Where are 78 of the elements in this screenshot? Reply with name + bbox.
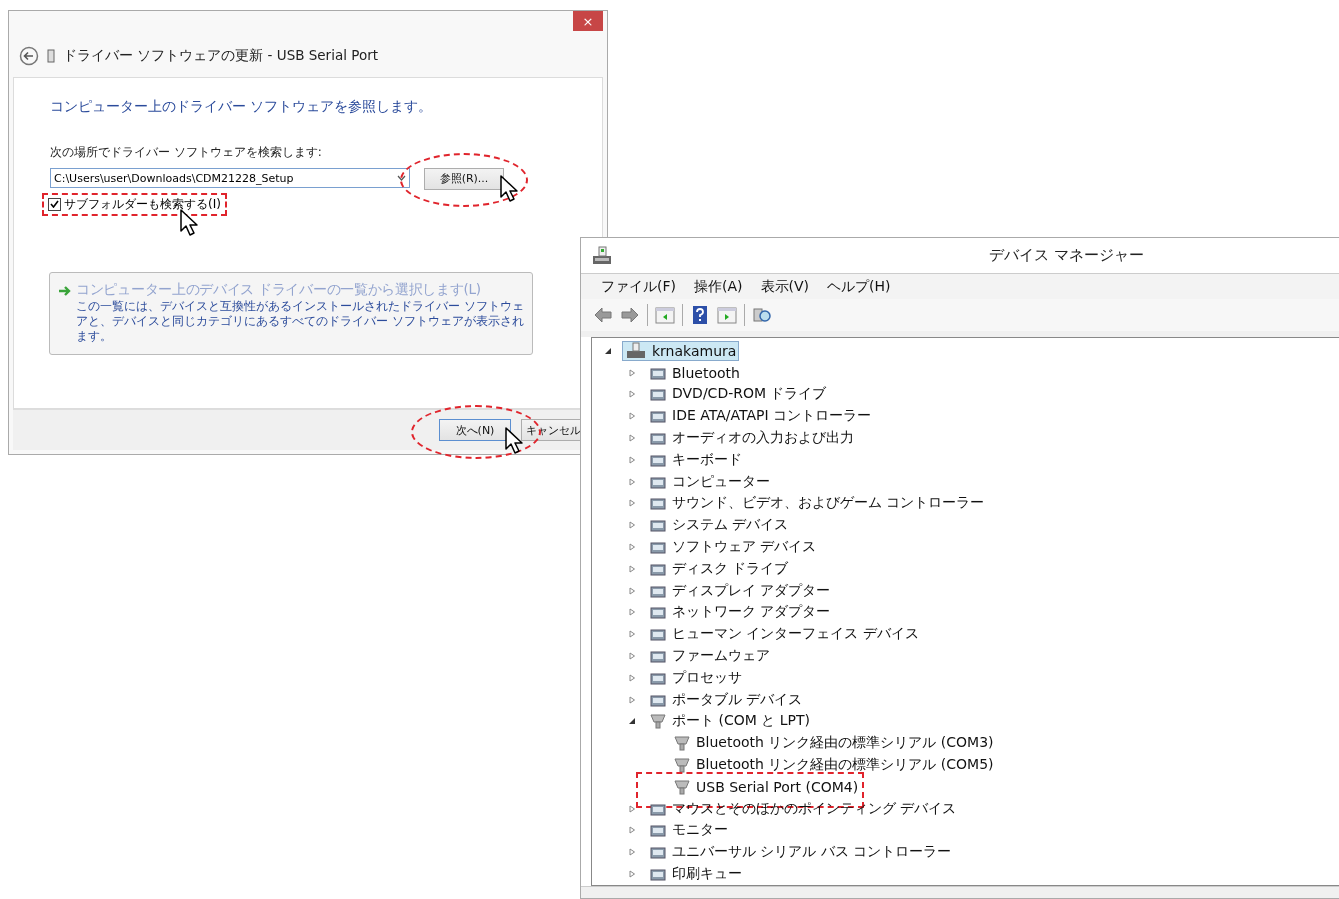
search-label: 次の場所でドライバー ソフトウェアを検索します:	[50, 144, 323, 161]
collapsed-triangle-icon[interactable]	[628, 630, 636, 639]
tree-item[interactable]: サウンド、ビデオ、およびゲーム コントローラー	[646, 493, 988, 514]
computer-icon	[625, 341, 647, 360]
tree-item[interactable]: ヒューマン インターフェイス デバイス	[646, 624, 922, 645]
collapsed-triangle-icon[interactable]	[628, 673, 636, 682]
tree-item[interactable]: ユニバーサル シリアル バス コントローラー	[646, 842, 955, 863]
tree-item[interactable]: Bluetooth リンク経由の標準シリアル (COM5)	[670, 754, 997, 775]
menu-item[interactable]: 表示(V)	[760, 277, 809, 296]
menu-item[interactable]: 操作(A)	[694, 277, 743, 296]
panel-icon[interactable]	[655, 304, 675, 325]
collapsed-triangle-icon[interactable]	[628, 412, 636, 421]
cursor-icon	[180, 208, 200, 237]
tree-item[interactable]: 印刷キュー	[646, 863, 745, 884]
port-icon	[673, 777, 691, 796]
tree-item[interactable]: システム デバイス	[646, 515, 792, 536]
collapsed-triangle-icon[interactable]	[628, 869, 636, 878]
menu-item[interactable]: ヘルプ(H)	[827, 277, 891, 296]
tree-item[interactable]: Bluetooth リンク経由の標準シリアル (COM3)	[670, 733, 997, 754]
tree-item[interactable]: krnakamura	[622, 340, 740, 361]
tree-item[interactable]: ディスプレイ アダプター	[646, 580, 834, 601]
collapsed-triangle-icon[interactable]	[628, 499, 636, 508]
port-icon	[673, 734, 691, 753]
tree-item[interactable]: ソフトウェア デバイス	[646, 536, 820, 557]
collapsed-triangle-icon[interactable]	[628, 564, 636, 573]
option-description: この一覧には、デバイスと互換性があるインストールされたドライバー ソフトウェアと、デバイスと同じカテゴリにあるすべてのドライバー ソフトウェアが表示されます。	[76, 298, 525, 344]
checkbox-label: サブフォルダーも検索する(I)	[64, 195, 221, 213]
tree-item[interactable]: ポート (COM と LPT)	[646, 711, 813, 732]
caret-icon	[397, 175, 406, 182]
check-icon	[50, 200, 59, 208]
collapsed-triangle-icon[interactable]	[628, 608, 636, 617]
expanded-triangle-icon[interactable]	[604, 346, 612, 355]
tree-item[interactable]: ディスク ドライブ	[646, 558, 792, 579]
collapsed-triangle-icon[interactable]	[628, 521, 636, 530]
tree-item[interactable]: ネットワーク アダプター	[646, 602, 834, 623]
next-button[interactable]: 次へ(N)	[439, 419, 511, 442]
close-button[interactable]: ×	[573, 11, 603, 31]
arrow-icon	[58, 284, 72, 297]
expanded-triangle-icon[interactable]	[628, 717, 636, 726]
collapsed-triangle-icon[interactable]	[628, 390, 636, 399]
computer-icon	[591, 245, 613, 266]
port-icon	[649, 712, 667, 731]
back-icon[interactable]	[19, 46, 39, 66]
tree-item[interactable]: Bluetooth	[646, 362, 743, 383]
browse-button[interactable]: 参照(R)...	[424, 167, 504, 190]
checkbox[interactable]	[48, 197, 61, 211]
collapsed-triangle-icon[interactable]	[628, 477, 636, 486]
collapsed-triangle-icon[interactable]	[628, 586, 636, 595]
cursor-icon	[500, 175, 520, 203]
collapsed-triangle-icon[interactable]	[628, 695, 636, 704]
help-icon[interactable]	[690, 304, 710, 325]
tree-item[interactable]: IDE ATA/ATAPI コントローラー	[646, 406, 874, 427]
tree-item[interactable]: キーボード	[646, 449, 745, 470]
collapsed-triangle-icon[interactable]	[628, 455, 636, 464]
tree-item[interactable]: ファームウェア	[646, 645, 773, 666]
tree-item[interactable]: DVD/CD-ROM ドライブ	[646, 384, 830, 405]
collapsed-triangle-icon[interactable]	[628, 826, 636, 835]
panel-icon[interactable]	[717, 304, 737, 325]
tree-item[interactable]: USB Serial Port (COM4)	[670, 776, 862, 797]
option-button[interactable]: コンピューター上のデバイス ドライバーの一覧から選択します(L) この一覧には、デバイスと互換性があるインストールされたドライバー ソフトウェアと、デバイスと同じカテゴリにあるすべてのドライバー ソフトウェアが表示されます。	[49, 271, 533, 355]
port-icon	[673, 755, 691, 774]
option-title: コンピューター上のデバイス ドライバーの一覧から選択します(L)	[76, 280, 482, 299]
collapsed-triangle-icon[interactable]	[628, 804, 636, 813]
tree-item[interactable]: コンピューター	[646, 471, 773, 492]
path-combo-field[interactable]: C:\Users\user\Downloads\CDM21228_Setup	[50, 168, 410, 189]
window-title: デバイス マネージャー	[989, 246, 1144, 266]
collapsed-triangle-icon[interactable]	[628, 433, 636, 442]
tree-item[interactable]: オーディオの入力および出力	[646, 427, 857, 448]
collapsed-triangle-icon[interactable]	[628, 848, 636, 857]
tree-item[interactable]: プロセッサ	[646, 667, 745, 688]
tree-item[interactable]: モニター	[646, 820, 731, 841]
menu-item[interactable]: ファイル(F)	[601, 277, 676, 296]
collapsed-triangle-icon[interactable]	[628, 651, 636, 660]
collapsed-triangle-icon[interactable]	[628, 368, 636, 377]
window-title: ドライバー ソフトウェアの更新 - USB Serial Port	[63, 47, 378, 65]
dialog-heading: コンピューター上のドライバー ソフトウェアを参照します。	[50, 98, 434, 116]
collapsed-triangle-icon[interactable]	[628, 542, 636, 551]
tree-item[interactable]: ポータブル デバイス	[646, 689, 806, 710]
